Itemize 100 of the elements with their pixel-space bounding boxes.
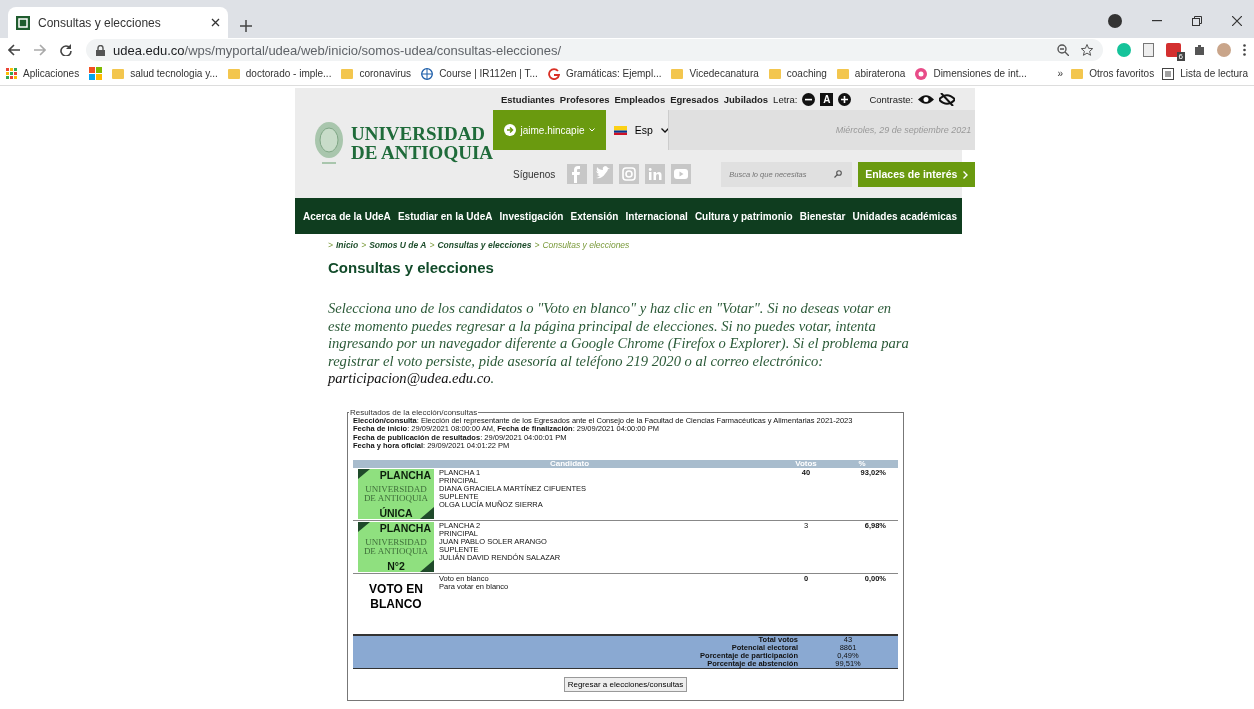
badge-label: ÚNICA [379, 506, 413, 519]
badge-title: PLANCHA [379, 521, 431, 534]
folder-icon [836, 68, 849, 79]
search-icon[interactable] [834, 169, 843, 178]
eye-slash-icon[interactable] [939, 92, 956, 106]
caret-icon [660, 127, 668, 133]
university-seal-icon [313, 120, 345, 166]
language-label: Esp [634, 124, 653, 136]
more-bookmarks-button[interactable]: » [1057, 68, 1064, 79]
logo-text: DE ANTIOQUIA [351, 143, 493, 162]
corner-triangle [358, 468, 370, 479]
back-arrow-icon[interactable] [8, 44, 20, 56]
nav-item[interactable]: Cultura y patrimonio [694, 210, 793, 222]
breadcrumb-link[interactable]: Consultas y elecciones [437, 240, 532, 250]
chevron-icon [963, 171, 969, 180]
apps-grid-icon [6, 68, 17, 79]
plus-icon[interactable] [838, 92, 852, 106]
user-name: jaime.hincapie [520, 124, 585, 136]
bookmark-link[interactable]: coronavirus [359, 68, 412, 79]
browser-tab[interactable]: Consultas y elecciones [8, 7, 228, 38]
bookmark-link[interactable]: Dimensiones de int... [933, 68, 1027, 79]
nav-item[interactable]: Bienestar [799, 210, 846, 222]
date-text: Miércoles, 29 de septiembre 2021 [834, 125, 973, 135]
extension-badge: 6 [1176, 52, 1185, 61]
tab-title: Consultas y elecciones [38, 15, 162, 30]
bookmark-link[interactable]: Otros favoritos [1089, 68, 1155, 79]
back-button[interactable]: Regresar a elecciones/consultas [563, 676, 688, 692]
blank-vote-label: VOTO EN BLANCO [368, 580, 424, 613]
badge-logo-text: UNIVERSIDAD DE ANTIOQUIA [363, 537, 429, 556]
nav-item[interactable]: Extensión [570, 210, 619, 222]
arrow-circle-icon [503, 124, 516, 136]
nav-item[interactable]: Investigación [499, 210, 564, 222]
bookmark-link[interactable]: Aplicaciones [23, 68, 80, 79]
nav-item[interactable]: Acerca de la UdeA [303, 210, 391, 222]
new-tab-icon[interactable] [240, 20, 252, 32]
breadcrumb-separator: > [328, 240, 333, 250]
address-bar[interactable]: udea.edu.co/wps/myportal/udea/web/inicio/somos-udea/consultas-elecciones/ [86, 39, 1103, 61]
reload-icon[interactable] [60, 44, 72, 56]
bookmark-link[interactable]: abiraterona [854, 68, 906, 79]
folder-icon [112, 68, 125, 79]
audience-link[interactable]: Jubilados [723, 93, 769, 105]
reading-list-link[interactable]: Lista de lectura [1180, 68, 1248, 79]
panel-legend: Resultados de la elección/consultas [349, 407, 479, 417]
bookmark-link[interactable]: Gramáticas: Ejempl... [565, 68, 662, 79]
minimize-icon[interactable] [1152, 20, 1162, 22]
nav-item[interactable]: Unidades académicas [852, 210, 957, 222]
audience-link[interactable]: Estudiantes [501, 93, 555, 105]
nav-item[interactable]: Internacional [625, 210, 688, 222]
document-icon[interactable] [1143, 43, 1154, 57]
audience-link[interactable]: Profesores [559, 93, 610, 105]
folder-icon [768, 68, 781, 79]
lock-icon [96, 44, 105, 56]
language-selector[interactable]: Esp [606, 110, 669, 150]
instructions-paragraph: Selecciona uno de los candidatos o "Voto en blanco" y haz clic en "Votar". Si no deseas votar en este momento puedes regresar a la página principal de elecciones. Si no puedes votar, intenta ingresando por un navegador diferente a Google Chrome (Firefox o Explorer). Si el problema para registrar el voto persiste, pide asesoría al teléfono 219 2020 o al correo electrónico: participacion@udea.edu.co. [328, 300, 910, 388]
badge-logo-text: UNIVERSIDAD DE ANTIOQUIA [363, 484, 429, 503]
menu-icon[interactable] [1243, 44, 1246, 56]
reading-list-icon [1162, 67, 1175, 80]
zoom-icon[interactable] [1057, 44, 1069, 56]
puzzle-icon[interactable] [1193, 44, 1205, 56]
corner-triangle [420, 559, 434, 572]
g-logo-icon [547, 67, 560, 80]
folder-icon [671, 68, 684, 79]
audience-link[interactable]: Empleados [614, 93, 666, 105]
caret-icon [589, 128, 596, 132]
font-size-label: Letra: [773, 93, 798, 105]
corner-triangle [358, 521, 370, 532]
favicon-icon [16, 15, 30, 30]
folder-icon [227, 68, 240, 79]
logo-text: UNIVERSIDAD [351, 124, 487, 143]
font-reset-button[interactable]: A [820, 92, 834, 106]
minus-icon[interactable] [802, 92, 816, 106]
breadcrumb-link[interactable]: Inicio [335, 240, 359, 250]
bookmark-link[interactable]: salud tecnologia y... [130, 68, 218, 79]
email-link[interactable]: participacion@udea.edu.co [328, 370, 491, 386]
close-icon[interactable] [1232, 16, 1242, 26]
audience-link[interactable]: Egresados [670, 93, 719, 105]
bookmark-link[interactable]: Course | IR112en | T... [439, 68, 538, 79]
column-header: Candidato [353, 459, 786, 468]
restore-icon[interactable] [1192, 16, 1202, 26]
column-header: Votos [786, 459, 826, 468]
nav-item[interactable]: Estudiar en la UdeA [397, 210, 493, 222]
bookmark-link[interactable]: Vicedecanatura [689, 68, 759, 79]
profile-icon[interactable] [1108, 14, 1122, 28]
bookmark-link[interactable]: coaching [786, 68, 827, 79]
folder-icon [1071, 68, 1084, 79]
breadcrumb-current: Consultas y elecciones [542, 240, 630, 250]
column-header: % [826, 459, 898, 468]
page-title: Consultas y elecciones [328, 259, 495, 276]
badge-label: N°2 [387, 559, 405, 572]
url-text: udea.edu.co/wps/myportal/udea/web/inicio/somos-udea/consultas-elecciones/ [113, 42, 562, 58]
breadcrumb-link[interactable]: Somos U de A [369, 240, 427, 250]
extension-icon[interactable] [1166, 43, 1181, 57]
close-icon[interactable] [211, 18, 220, 27]
contrast-label: Contraste: [869, 93, 914, 105]
star-icon[interactable] [1081, 44, 1093, 56]
eye-icon[interactable] [918, 93, 935, 105]
breadcrumb-separator: > [534, 240, 540, 250]
four-squares-icon[interactable] [89, 67, 103, 80]
corner-triangle [420, 506, 434, 519]
bookmark-link[interactable]: doctorado - imple... [245, 68, 332, 79]
